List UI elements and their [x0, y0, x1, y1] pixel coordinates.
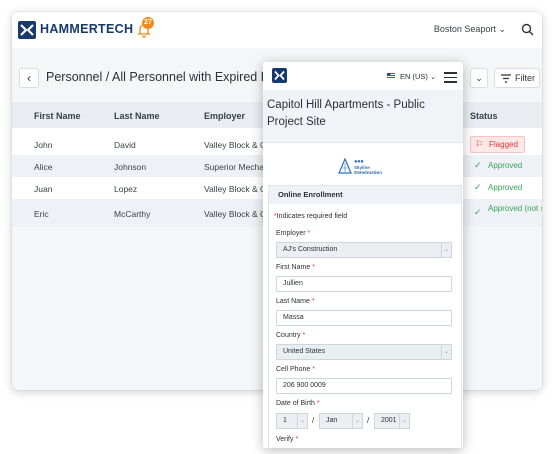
last-name-label: Last Name * [276, 298, 315, 305]
view-dropdown-button[interactable]: ⌄ [470, 68, 488, 88]
chevron-down-icon: ⌄ [399, 414, 409, 428]
employer-cell: Valley Block & C [204, 184, 267, 194]
column-header-first-name[interactable]: First Name [34, 111, 81, 121]
status-text: Approved [488, 183, 523, 192]
first-name-cell: Eric [34, 209, 49, 219]
status-badge: ✓ Approved [470, 158, 528, 173]
chevron-down-icon: ⌄ [352, 414, 362, 428]
last-name-cell: Johnson [114, 162, 147, 172]
company-logo: ●●● Skyline Construction Building the fu… [338, 158, 394, 176]
first-name-label: First Name * [276, 264, 315, 271]
check-icon: ✓ [474, 207, 482, 217]
location-selector[interactable]: Boston Seaport ⌄ [434, 24, 506, 35]
column-header-status[interactable]: Status [470, 111, 498, 121]
first-name-input[interactable]: Jullien [276, 276, 452, 292]
filter-label: Filter [515, 73, 535, 83]
first-name-cell: John [34, 140, 53, 150]
site-title-bar: Capitol Hill Apartments - Public Project… [263, 90, 463, 143]
dob-separator: / [367, 416, 370, 425]
search-icon[interactable] [521, 23, 534, 36]
hammertech-logo-icon [18, 21, 36, 39]
chevron-down-icon: ⌄ [441, 243, 451, 257]
dob-day-select[interactable]: 1 ⌄ [276, 413, 308, 429]
column-header-employer[interactable]: Employer [204, 111, 245, 121]
check-icon: ✓ [474, 182, 482, 192]
country-select[interactable]: United States ⌄ [276, 344, 452, 360]
country-label: Country * [276, 332, 306, 339]
hamburger-menu-icon[interactable] [444, 72, 457, 83]
first-name-cell: Alice [34, 162, 53, 172]
employer-cell: Valley Block & C [204, 140, 267, 150]
chevron-down-icon: ⌄ [297, 414, 307, 428]
company-logo-tagline: Building the future [354, 170, 379, 174]
status-badge: ✓ Approved [470, 180, 528, 195]
dob-separator: / [312, 416, 315, 425]
chevron-down-icon: ⌄ [475, 73, 483, 83]
hammertech-logo-icon [272, 68, 287, 83]
last-name-cell: McCarthy [114, 209, 151, 219]
employer-cell: Valley Block & C [204, 209, 267, 219]
notification-badge: 27 [142, 17, 154, 29]
flag-icon: ⚐ [475, 139, 484, 149]
chevron-left-icon: ‹ [27, 71, 31, 85]
enrollment-form: Online Enrollment *Indicates required fi… [268, 185, 462, 448]
employer-cell: Superior Mecha [204, 162, 265, 172]
check-icon: ✓ [474, 160, 482, 170]
last-name-input[interactable]: Massa [276, 310, 452, 326]
location-name: Boston Seaport [433, 24, 496, 34]
dob-year-select[interactable]: 2001 ⌄ [374, 413, 410, 429]
language-label: EN (US) [400, 72, 428, 81]
verify-label: Verify * [276, 436, 299, 443]
language-selector[interactable]: EN (US) ⌄ [400, 72, 436, 81]
filter-icon [501, 74, 511, 83]
column-header-last-name[interactable]: Last Name [114, 111, 160, 121]
last-name-cell: David [114, 140, 136, 150]
chevron-down-icon: ⌄ [498, 24, 506, 34]
employer-select[interactable]: AJ's Construction ⌄ [276, 242, 452, 258]
chevron-down-icon: ⌄ [430, 72, 437, 81]
status-badge: ⚐ Flagged [470, 136, 525, 153]
site-title: Capitol Hill Apartments - Public Project… [267, 99, 425, 128]
cell-phone-label: Cell Phone * [276, 366, 315, 373]
cell-phone-input[interactable]: 206 900 0009 [276, 378, 452, 394]
required-note: *Indicates required field [274, 213, 348, 220]
brand-name: HAMMERTECH [40, 22, 134, 36]
date-of-birth-label: Date of Birth * [276, 400, 320, 407]
status-text: Approved [488, 161, 523, 170]
back-button[interactable]: ‹ [19, 68, 39, 88]
dob-month-select[interactable]: Jan ⌄ [319, 413, 363, 429]
filter-button[interactable]: Filter [494, 68, 540, 88]
employer-label: Employer * [276, 230, 311, 237]
company-logo-icon [338, 158, 352, 174]
status-text: Flagged [489, 140, 518, 149]
mobile-enrollment-panel: EN (US) ⌄ Capitol Hill Apartments - Publ… [263, 62, 463, 448]
status-badge: ✓ Approved (not signed) [470, 203, 542, 218]
status-text: Approved (not signed) [488, 204, 542, 213]
breadcrumb: Personnel / All Personnel with Expired L… [46, 70, 277, 84]
form-heading: Online Enrollment [269, 186, 461, 204]
mobile-top-bar: EN (US) ⌄ [263, 62, 463, 90]
first-name-cell: Juan [34, 184, 53, 194]
last-name-cell: Lopez [114, 184, 138, 194]
top-bar: HAMMERTECH 27 Boston Seaport ⌄ [12, 12, 542, 49]
us-flag-icon [387, 73, 395, 79]
chevron-down-icon: ⌄ [441, 345, 451, 359]
